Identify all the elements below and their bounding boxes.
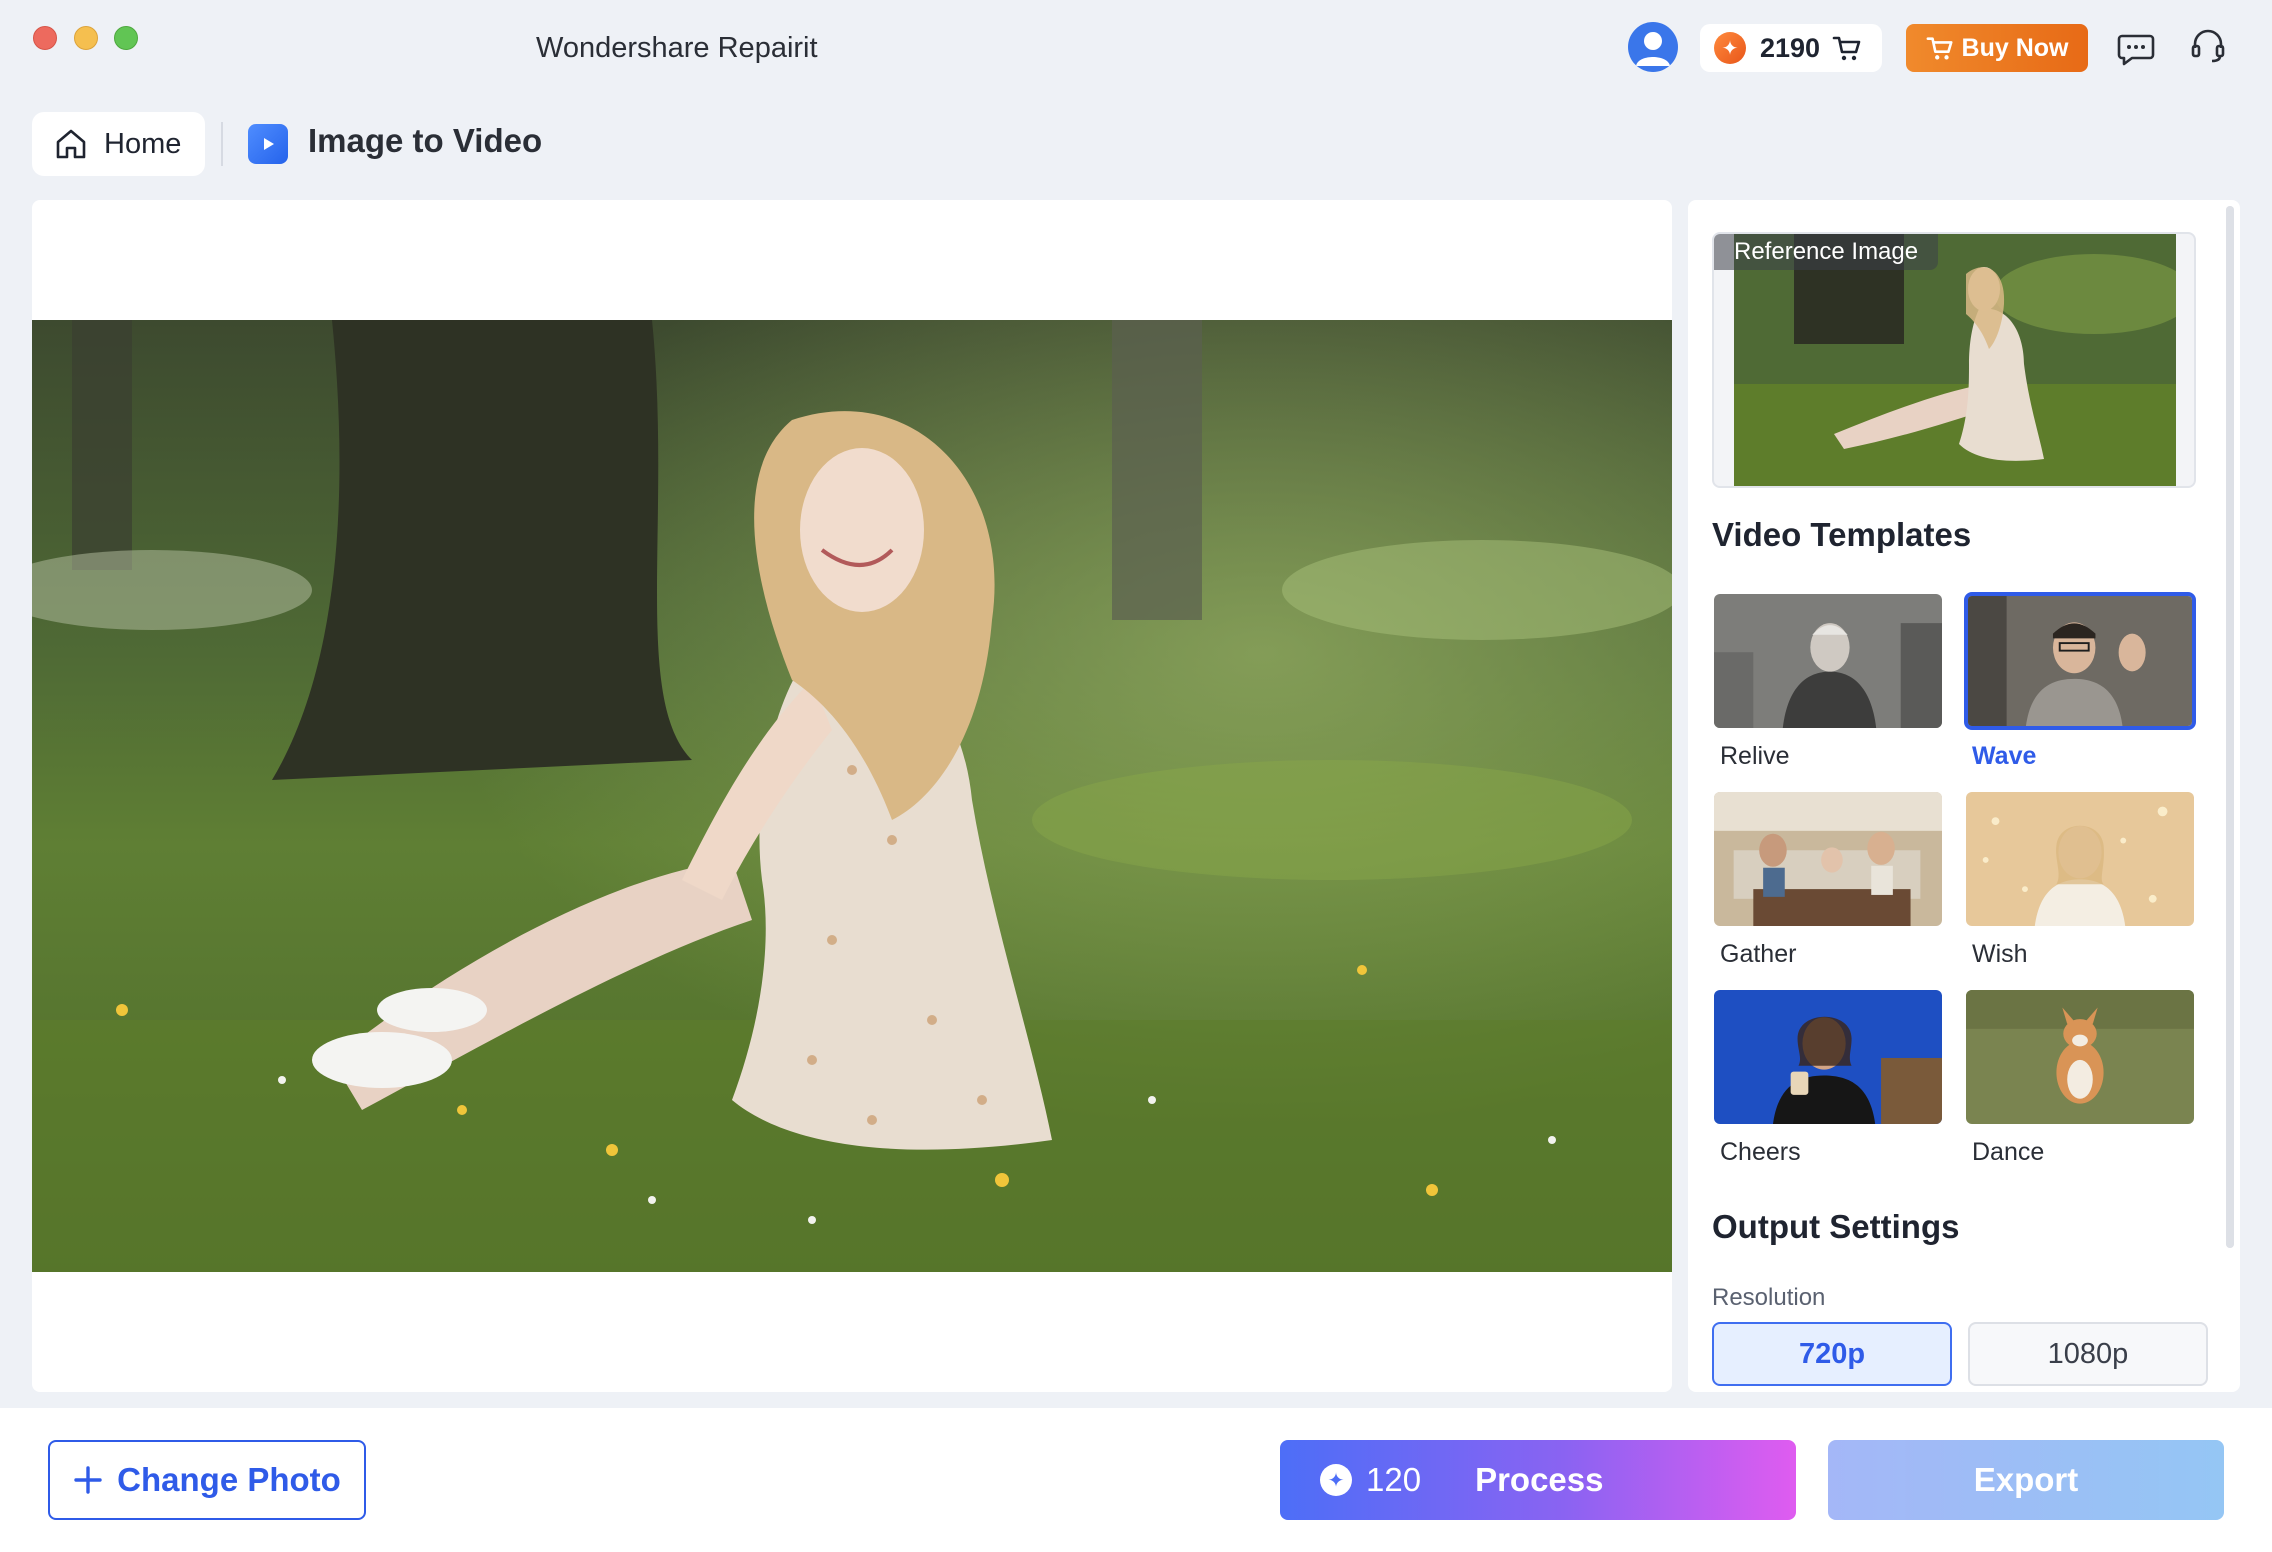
output-settings-heading: Output Settings bbox=[1712, 1208, 1960, 1245]
side-panel: Reference Image Video Templates Relive W… bbox=[1688, 200, 2240, 1392]
resolution-1080p-button[interactable]: 1080p bbox=[1968, 1322, 2208, 1386]
cart-icon bbox=[1926, 37, 1953, 60]
credits-count: 2190 bbox=[1760, 32, 1821, 63]
process-label: Process bbox=[1475, 1461, 1604, 1498]
reference-label: Reference Image bbox=[1714, 234, 1939, 270]
template-label: Wave bbox=[1972, 742, 2037, 770]
template-thumbnail bbox=[1964, 790, 2196, 928]
template-label: Dance bbox=[1972, 1138, 2045, 1166]
template-label: Relive bbox=[1720, 742, 1790, 770]
process-cost: 120 bbox=[1366, 1461, 1422, 1498]
process-button[interactable]: ✦ 120 Process bbox=[1280, 1440, 1796, 1520]
title-bar: Wondershare Repairit ✦ 2190 Buy Now bbox=[0, 0, 2272, 100]
template-wish[interactable]: Wish bbox=[1964, 790, 2196, 969]
template-label: Wish bbox=[1972, 940, 2028, 968]
preview-panel bbox=[32, 200, 1672, 1392]
template-label: Gather bbox=[1720, 940, 1797, 968]
coin-icon: ✦ bbox=[1714, 32, 1746, 64]
video-play-icon bbox=[248, 124, 288, 164]
template-wave[interactable]: Wave bbox=[1964, 592, 2196, 771]
avatar-icon[interactable] bbox=[1628, 22, 1678, 72]
plus-icon bbox=[74, 1466, 102, 1494]
video-templates-heading: Video Templates bbox=[1712, 516, 1972, 553]
template-thumbnail bbox=[1964, 988, 2196, 1126]
change-photo-button[interactable]: Change Photo bbox=[48, 1440, 366, 1520]
template-thumbnail bbox=[1712, 790, 1944, 928]
bottom-action-bar: Change Photo ✦ 120 Process Export bbox=[0, 1408, 2272, 1552]
template-gather[interactable]: Gather bbox=[1712, 790, 1944, 969]
breadcrumb-divider bbox=[221, 122, 223, 166]
preview-photo bbox=[32, 320, 1672, 1272]
home-label: Home bbox=[104, 127, 182, 160]
headset-icon[interactable] bbox=[2188, 26, 2228, 66]
template-label: Cheers bbox=[1720, 1138, 1801, 1166]
resolution-720p-button[interactable]: 720p bbox=[1712, 1322, 1952, 1386]
reference-image: Reference Image bbox=[1712, 232, 2196, 488]
app-title: Wondershare Repairit bbox=[536, 32, 818, 64]
resolution-label: Resolution bbox=[1712, 1284, 1826, 1311]
template-thumbnail bbox=[1964, 592, 2196, 730]
close-window-button[interactable] bbox=[33, 26, 57, 50]
template-cheers[interactable]: Cheers bbox=[1712, 988, 1944, 1167]
minimize-window-button[interactable] bbox=[74, 26, 98, 50]
coin-icon: ✦ bbox=[1320, 1464, 1352, 1496]
template-dance[interactable]: Dance bbox=[1964, 988, 2196, 1167]
template-thumbnail bbox=[1712, 988, 1944, 1126]
change-photo-label: Change Photo bbox=[117, 1461, 341, 1498]
buy-now-label: Buy Now bbox=[1961, 33, 2069, 62]
page-title: Image to Video bbox=[308, 122, 543, 159]
scrollbar-thumb[interactable] bbox=[2226, 206, 2234, 1248]
credits-pill[interactable]: ✦ 2190 bbox=[1700, 24, 1882, 72]
template-thumbnail bbox=[1712, 592, 1944, 730]
chat-icon[interactable] bbox=[2116, 28, 2156, 68]
side-panel-scrollbar[interactable] bbox=[2226, 206, 2234, 1248]
buy-now-button[interactable]: Buy Now bbox=[1906, 24, 2088, 72]
reference-thumbnail bbox=[1734, 234, 2176, 486]
zoom-window-button[interactable] bbox=[114, 26, 138, 50]
home-icon bbox=[56, 129, 86, 159]
export-button[interactable]: Export bbox=[1828, 1440, 2224, 1520]
home-button[interactable]: Home bbox=[32, 112, 205, 176]
template-relive[interactable]: Relive bbox=[1712, 592, 1944, 771]
cart-icon[interactable] bbox=[1832, 33, 1862, 63]
